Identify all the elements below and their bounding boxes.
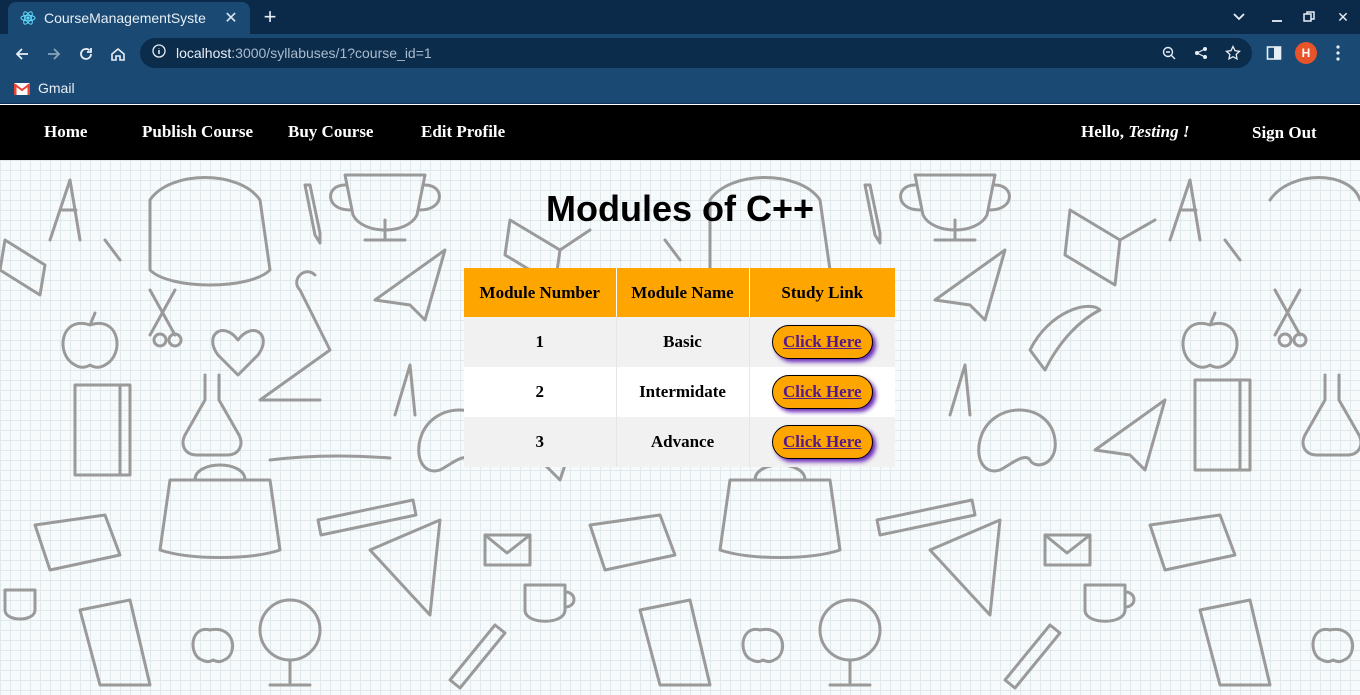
main-content: Modules of C++ Module Number Module Name… [0,160,1360,695]
modules-table: Module Number Module Name Study Link 1 B… [464,268,895,467]
new-tab-icon[interactable]: + [258,5,282,29]
close-tab-icon[interactable]: ✕ [220,7,242,29]
nav-home-link[interactable]: Home [44,122,87,142]
table-header-row: Module Number Module Name Study Link [464,268,895,317]
close-window-icon[interactable]: ✕ [1332,6,1354,28]
table-row: 3 Advance Click Here [464,417,895,467]
address-bar[interactable]: localhost:3000/syllabuses/1?course_id=1 [140,38,1252,68]
react-favicon-icon [20,10,36,26]
back-arrow-icon[interactable] [9,41,35,67]
greeting: Hello, Testing ! [1081,122,1190,141]
home-icon[interactable] [105,41,131,67]
site-info-icon[interactable] [152,43,166,63]
module-name-cell: Basic [616,317,750,367]
gmail-icon [13,82,31,95]
url-text: localhost:3000/syllabuses/1?course_id=1 [176,45,432,61]
column-header-module-name: Module Name [616,268,750,317]
module-name-cell: Intermidate [616,367,750,417]
bookmarks-bar: Gmail [0,72,1360,104]
page-title: Modules of C++ [545,188,815,229]
study-link-cell: Click Here [749,417,895,467]
bookmark-star-icon[interactable] [1224,44,1242,62]
share-icon[interactable] [1192,44,1210,62]
restore-icon[interactable] [1298,6,1320,28]
minimize-icon[interactable] [1266,6,1288,28]
sign-out-link[interactable]: Sign Out [1252,123,1317,143]
nav-buy-course-link[interactable]: Buy Course [288,122,373,142]
tab-search-chevron-icon[interactable] [1228,6,1250,28]
browser-toolbar: localhost:3000/syllabuses/1?course_id=1 … [0,34,1360,72]
app-navbar: Home Publish Course Buy Course Edit Prof… [0,105,1360,160]
browser-tab[interactable]: CourseManagementSyste ✕ [8,2,250,34]
profile-avatar[interactable]: H [1295,42,1317,64]
zoom-icon[interactable] [1160,44,1178,62]
study-link-cell: Click Here [749,367,895,417]
column-header-study-link: Study Link [749,268,895,317]
menu-kebab-icon[interactable] [1327,42,1349,64]
tab-title: CourseManagementSyste [44,10,206,26]
column-header-module-number: Module Number [464,268,617,317]
module-name-cell: Advance [616,417,750,467]
study-link-button[interactable]: Click Here [771,325,873,359]
study-link-cell: Click Here [749,317,895,367]
reload-icon[interactable] [73,41,99,67]
study-link-button[interactable]: Click Here [771,375,873,409]
nav-edit-profile-link[interactable]: Edit Profile [421,122,505,142]
module-number-cell: 2 [464,367,617,417]
nav-publish-course-link[interactable]: Publish Course [142,122,253,142]
browser-tab-bar: CourseManagementSyste ✕ + ✕ [0,0,1360,34]
bookmark-label: Gmail [38,80,75,96]
bookmark-gmail[interactable]: Gmail [13,78,75,98]
side-panel-icon[interactable] [1263,42,1285,64]
study-link-button[interactable]: Click Here [771,425,873,459]
table-row: 1 Basic Click Here [464,317,895,367]
username: Testing ! [1128,122,1190,141]
module-number-cell: 3 [464,417,617,467]
forward-arrow-icon[interactable] [41,41,67,67]
module-number-cell: 1 [464,317,617,367]
table-row: 2 Intermidate Click Here [464,367,895,417]
